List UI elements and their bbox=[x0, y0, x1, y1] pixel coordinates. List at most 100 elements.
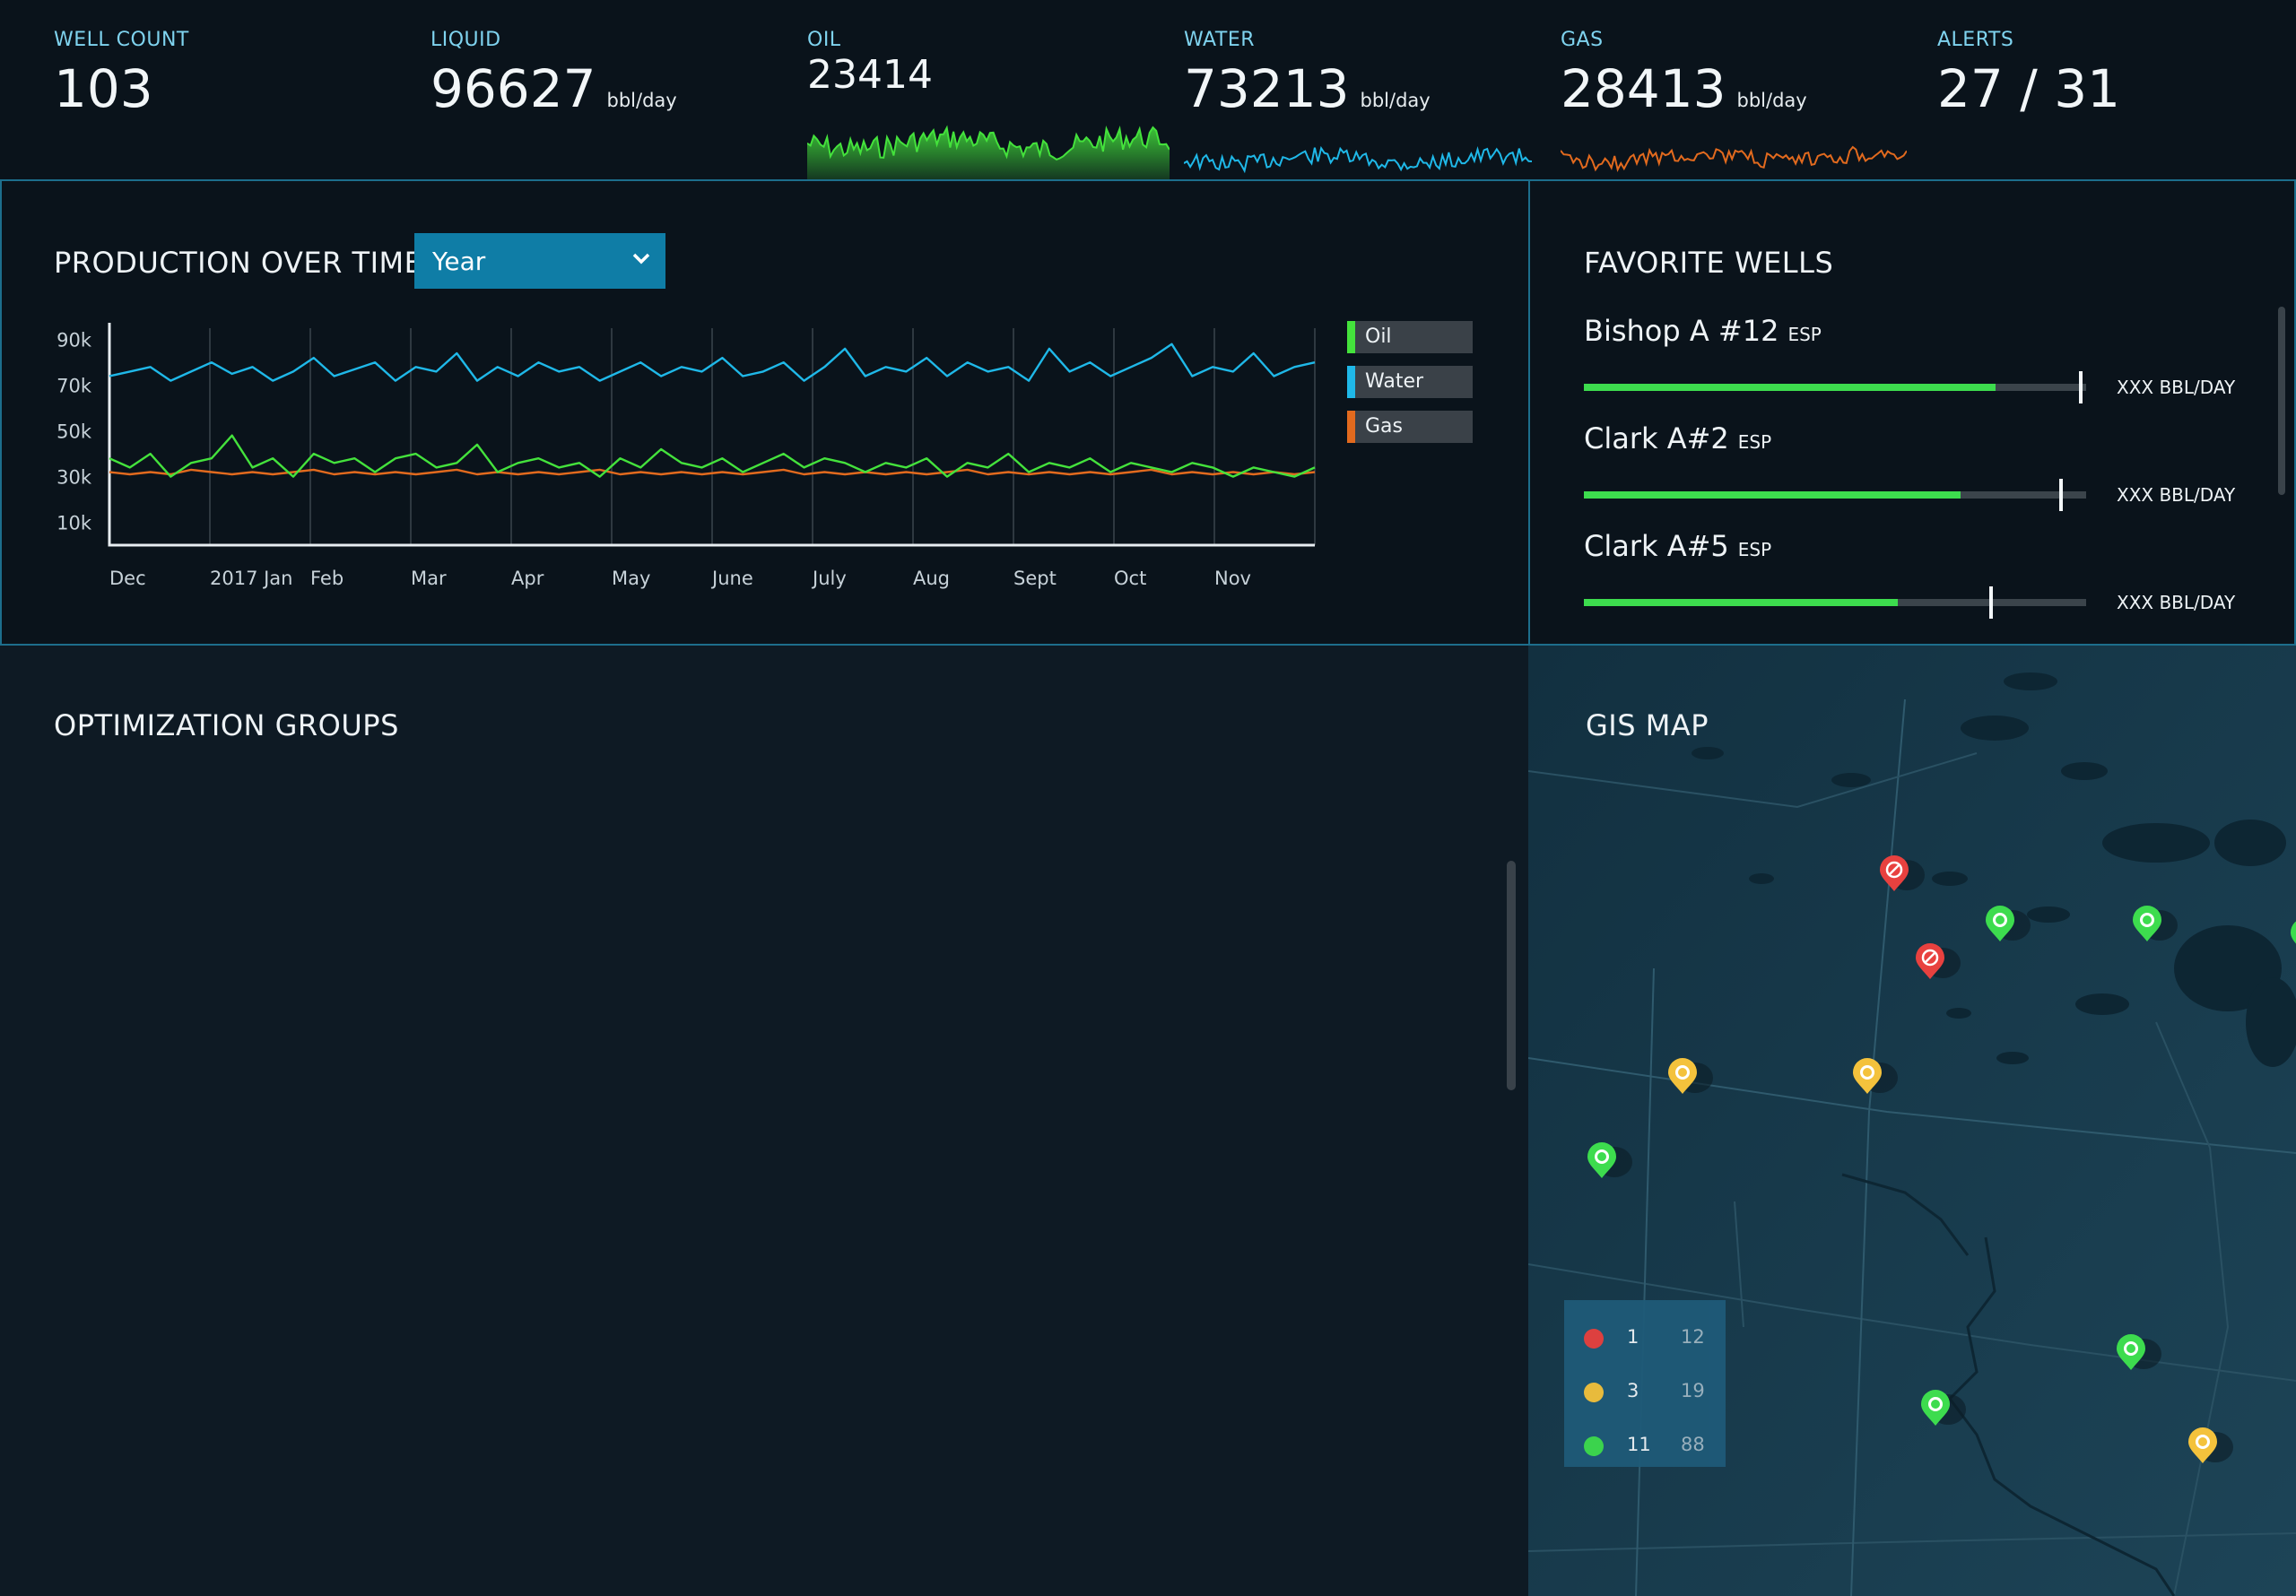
well-target-marker bbox=[2059, 479, 2063, 511]
kpi-unit: bbl/day bbox=[1736, 90, 1807, 111]
gis-map-panel[interactable]: GIS MAP 1 12 3 19 11 88 bbox=[1528, 646, 2296, 1596]
legend-total: 12 bbox=[1681, 1326, 1705, 1348]
x-tick-label: Oct bbox=[1114, 568, 1146, 589]
well-rate: XXX BBL/DAY bbox=[2117, 377, 2236, 398]
y-tick-label: 70k bbox=[57, 376, 92, 397]
y-tick-label: 90k bbox=[57, 330, 92, 351]
x-tick-label: Aug bbox=[913, 568, 950, 589]
scrollbar[interactable] bbox=[2278, 307, 2285, 495]
well-type-tag: ESP bbox=[1737, 431, 1772, 453]
range-select-value: Year bbox=[432, 246, 486, 276]
map-legend-row[interactable]: 3 19 bbox=[1564, 1372, 1726, 1408]
range-select[interactable]: Year bbox=[414, 233, 665, 289]
kpi-unit: bbl/day bbox=[1360, 90, 1431, 111]
legend-label: Water bbox=[1365, 370, 1424, 393]
kpi-strip: WELL COUNT 103 LIQUID 96627 bbl/day OIL 2… bbox=[0, 0, 2296, 192]
production-panel: PRODUCTION OVER TIME Year Dec 2017 Jan Feb… bbox=[0, 179, 1530, 646]
legend-label: Oil bbox=[1365, 325, 1392, 348]
well-production-bar bbox=[1584, 479, 2086, 511]
kpi-alerts[interactable]: ALERTS 27 / 31 bbox=[1937, 27, 2296, 179]
warning-pin-icon[interactable] bbox=[1668, 1058, 1713, 1094]
ok-pin-icon[interactable] bbox=[2133, 906, 2178, 941]
legend-swatch bbox=[1347, 411, 1355, 443]
well-production-bar bbox=[1584, 371, 2086, 403]
kpi-label: LIQUID bbox=[430, 29, 501, 51]
kpi-number: 96627 bbox=[430, 58, 596, 119]
kpi-value: 96627 bbl/day bbox=[430, 58, 677, 119]
kpi-value: 103 bbox=[54, 58, 153, 119]
scrollbar[interactable] bbox=[1507, 861, 1516, 1090]
favorite-well-name[interactable]: Bishop A #12 ESP bbox=[1584, 314, 1822, 348]
kpi-number: 28413 bbox=[1561, 58, 1726, 119]
well-rate: XXX BBL/DAY bbox=[2117, 592, 2236, 613]
water-sparkline bbox=[1184, 145, 1532, 174]
kpi-label: WELL COUNT bbox=[54, 29, 189, 51]
legend-count: 3 bbox=[1627, 1380, 1639, 1401]
legend-item-gas[interactable]: Gas bbox=[1347, 411, 1473, 443]
warning-pin-icon[interactable] bbox=[1853, 1058, 1898, 1094]
legend-item-water[interactable]: Water bbox=[1347, 366, 1473, 398]
map-legend: 1 12 3 19 11 88 bbox=[1564, 1300, 1726, 1467]
x-tick-label: May bbox=[612, 568, 650, 589]
well-type-tag: ESP bbox=[1737, 539, 1772, 560]
well-name-text: Clark A#5 bbox=[1584, 529, 1729, 563]
well-bar-fill bbox=[1584, 491, 1961, 499]
well-bar-fill bbox=[1584, 599, 1898, 606]
kpi-water[interactable]: WATER 73213 bbl/day bbox=[1184, 27, 1543, 179]
kpi-value: 28413 bbl/day bbox=[1561, 58, 1807, 119]
well-target-marker bbox=[1988, 586, 1993, 619]
warning-pin-icon[interactable] bbox=[2188, 1427, 2233, 1463]
kpi-well-count[interactable]: WELL COUNT 103 bbox=[54, 27, 413, 179]
x-tick-label: Sept bbox=[1013, 568, 1057, 589]
y-tick-label: 10k bbox=[57, 513, 92, 534]
favorite-well-name[interactable]: Clark A#2 ESP bbox=[1584, 421, 1771, 455]
warning-dot-icon bbox=[1584, 1383, 1604, 1402]
legend-swatch bbox=[1347, 366, 1355, 398]
kpi-value: 23414 bbox=[807, 52, 933, 98]
favorite-wells-panel: FAVORITE WELLS Bishop A #12 ESP XXX BBL/D… bbox=[1530, 179, 2296, 646]
ok-pin-icon[interactable] bbox=[1587, 1142, 1632, 1178]
well-production-bar bbox=[1584, 586, 2086, 619]
well-bar-fill bbox=[1584, 384, 1996, 391]
legend-item-oil[interactable]: Oil bbox=[1347, 321, 1473, 353]
kpi-liquid[interactable]: LIQUID 96627 bbl/day bbox=[430, 27, 789, 179]
favorite-well-name[interactable]: Clark A#5 ESP bbox=[1584, 529, 1771, 563]
legend-swatch bbox=[1347, 321, 1355, 353]
panel-title: PRODUCTION OVER TIME bbox=[54, 246, 423, 280]
x-tick-label: Nov bbox=[1214, 568, 1251, 589]
kpi-value: 27 / 31 bbox=[1937, 58, 2121, 119]
x-tick-label: July bbox=[811, 568, 847, 589]
x-tick-label: Feb bbox=[310, 568, 344, 589]
panel-title: OPTIMIZATION GROUPS bbox=[54, 708, 399, 742]
map-legend-row[interactable]: 11 88 bbox=[1564, 1426, 1726, 1462]
y-tick-label: 30k bbox=[57, 467, 92, 489]
ok-pin-icon[interactable] bbox=[2117, 1334, 2161, 1370]
legend-total: 88 bbox=[1681, 1434, 1705, 1455]
kpi-gas[interactable]: GAS 28413 bbl/day bbox=[1561, 27, 1919, 179]
legend-count: 11 bbox=[1627, 1434, 1651, 1455]
well-rate: XXX BBL/DAY bbox=[2117, 484, 2236, 506]
ok-pin-icon[interactable] bbox=[2291, 918, 2296, 954]
map-legend-row[interactable]: 1 12 bbox=[1564, 1318, 1726, 1354]
well-target-marker bbox=[2079, 371, 2083, 403]
alert-dot-icon bbox=[1584, 1329, 1604, 1349]
production-chart: Dec 2017 Jan Feb Mar Apr May June July Aug Sept Oc… bbox=[57, 323, 1316, 589]
ok-pin-icon[interactable] bbox=[1921, 1390, 1966, 1426]
alert-pin-icon[interactable] bbox=[1916, 943, 1961, 979]
x-tick-label: Apr bbox=[511, 568, 544, 589]
gas-sparkline bbox=[1561, 145, 1907, 172]
x-tick-label: 2017 Jan bbox=[210, 568, 293, 589]
chevron-down-icon bbox=[632, 253, 650, 265]
legend-total: 19 bbox=[1681, 1380, 1705, 1401]
x-tick-label: Mar bbox=[411, 568, 447, 589]
kpi-label: GAS bbox=[1561, 29, 1604, 51]
legend-count: 1 bbox=[1627, 1326, 1639, 1348]
x-tick-label: June bbox=[710, 568, 753, 589]
kpi-label: OIL bbox=[807, 29, 841, 51]
well-type-tag: ESP bbox=[1787, 324, 1822, 345]
ok-pin-icon[interactable] bbox=[1986, 906, 2031, 941]
well-name-text: Clark A#2 bbox=[1584, 421, 1729, 455]
alert-pin-icon[interactable] bbox=[1880, 855, 1925, 891]
kpi-oil[interactable]: OIL 23414 bbox=[807, 27, 1170, 192]
kpi-unit: bbl/day bbox=[606, 90, 677, 111]
